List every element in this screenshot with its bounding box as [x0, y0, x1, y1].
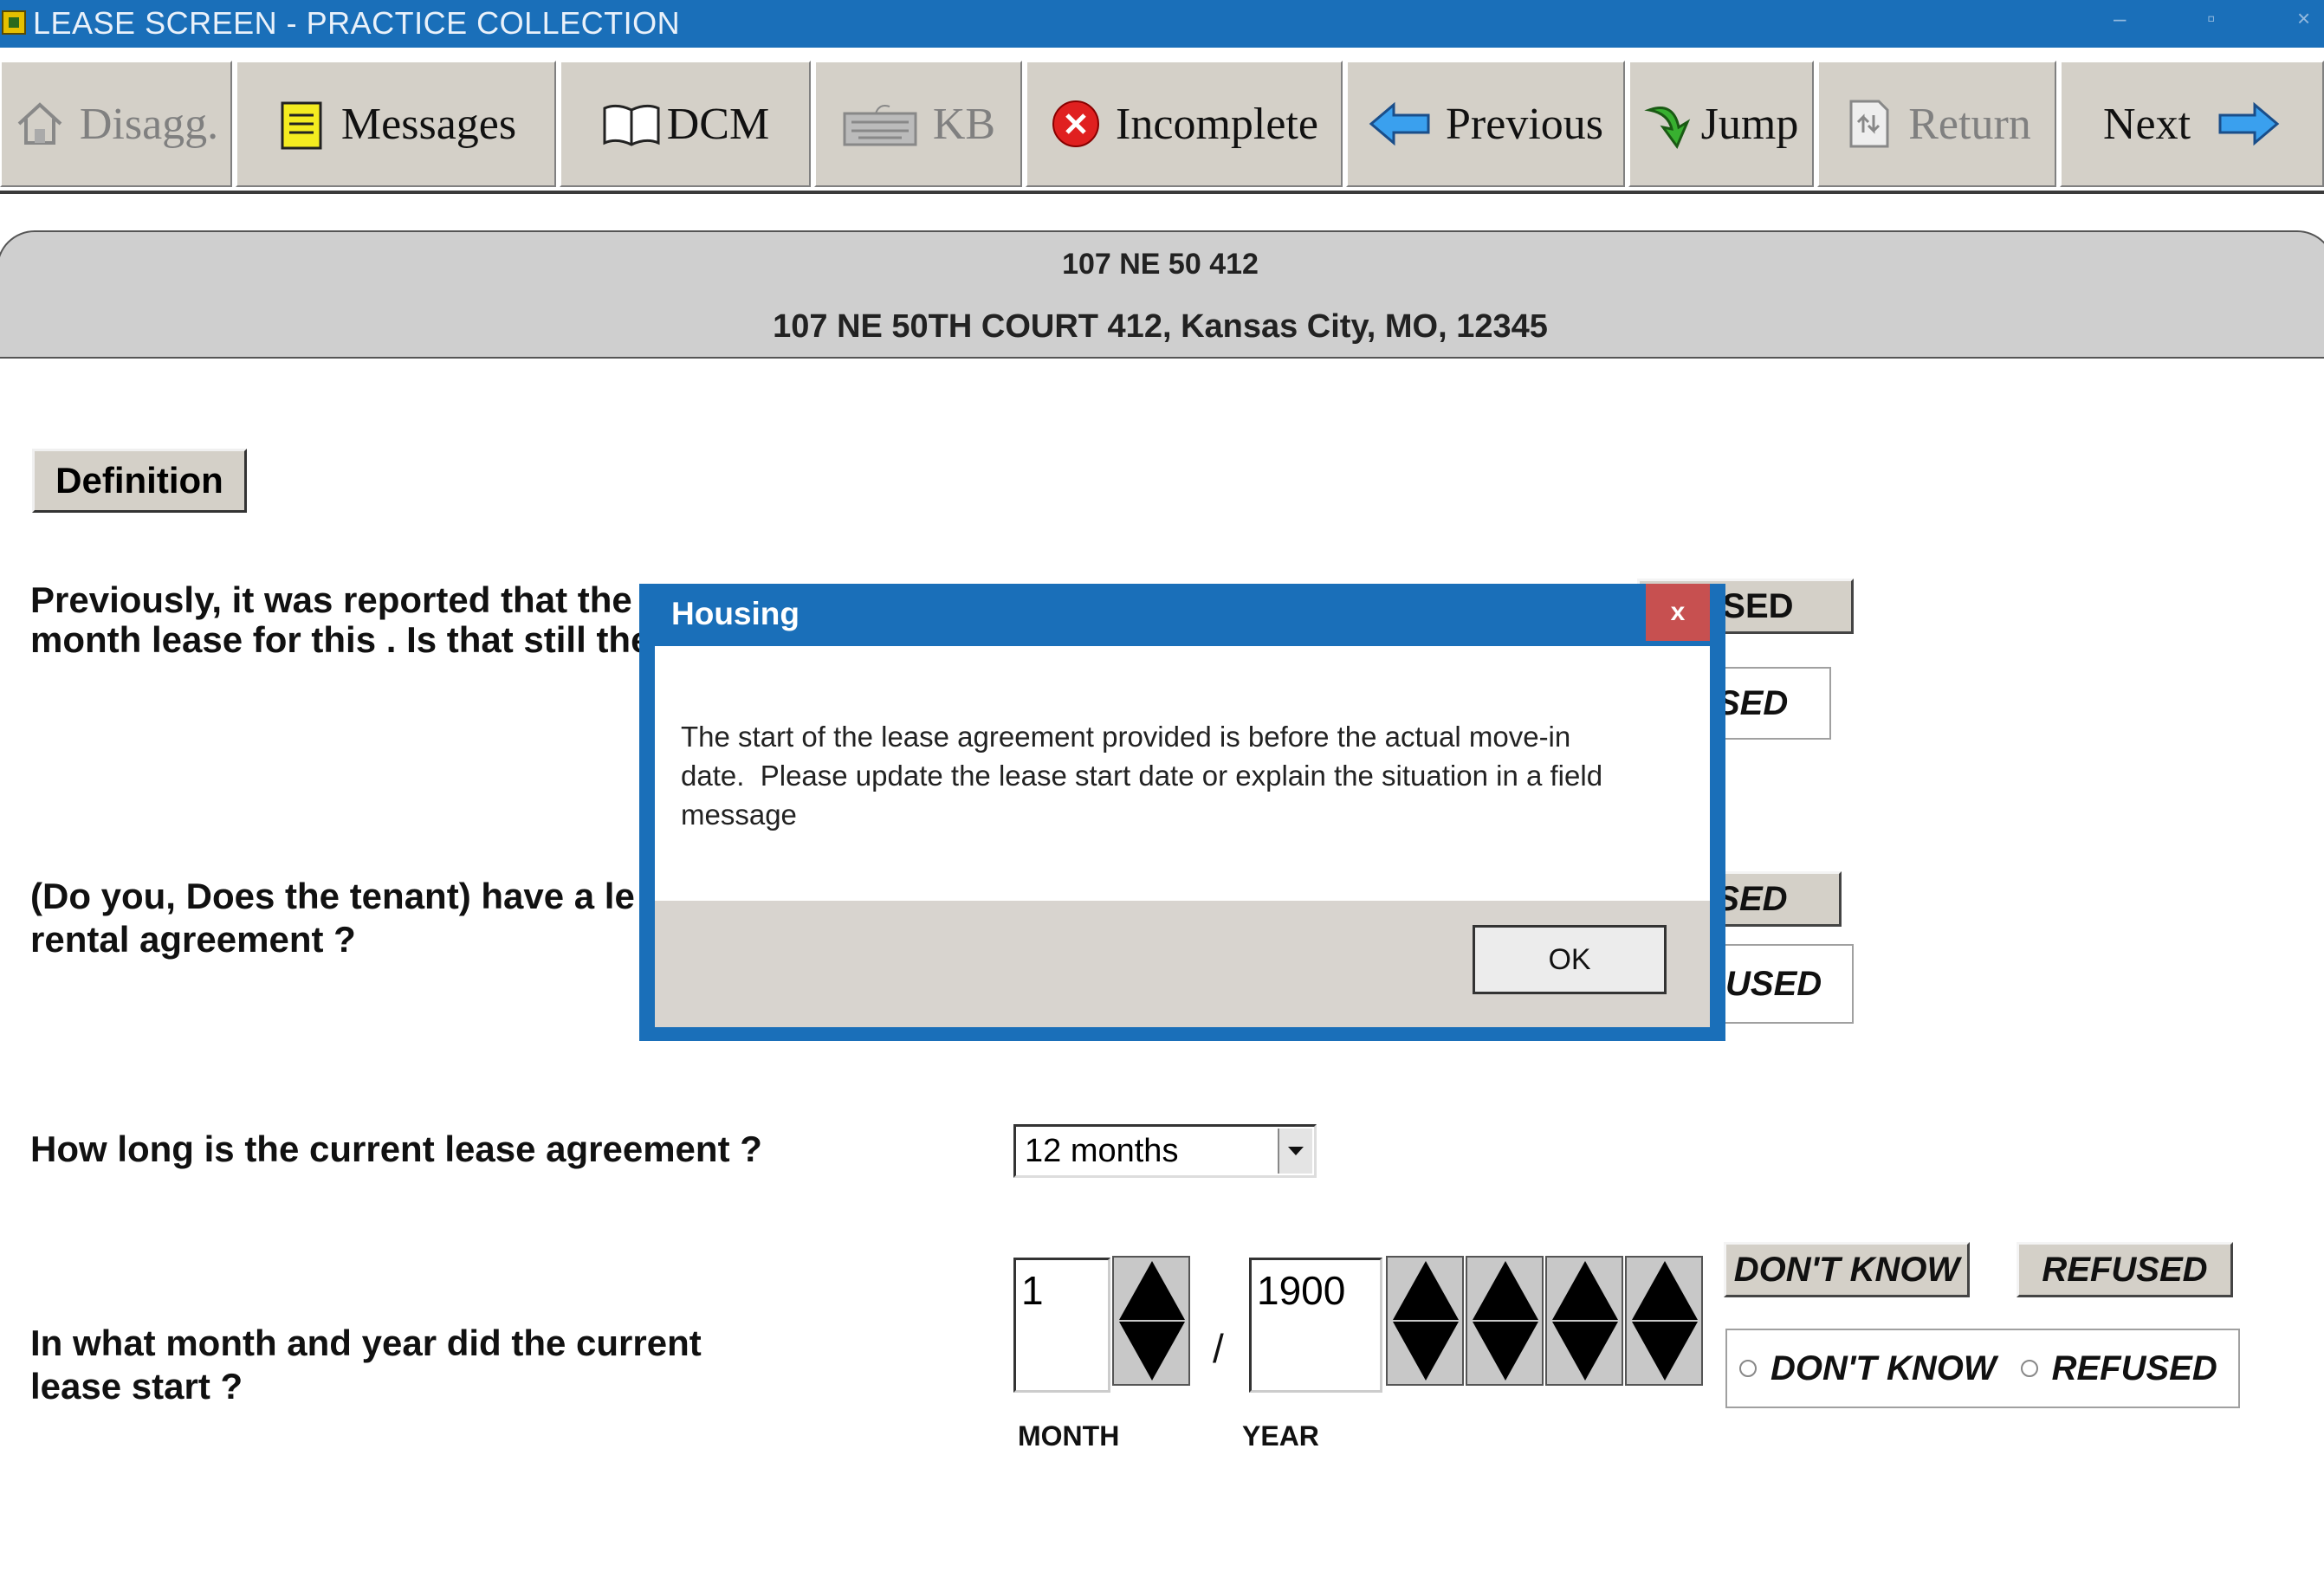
dialog-close-button[interactable]: x [1646, 584, 1710, 641]
dcm-button[interactable]: DCM [560, 61, 811, 187]
return-button[interactable]: Return [1817, 61, 2056, 187]
refused-button[interactable]: REFUSED [2017, 1242, 2233, 1297]
return-document-icon [1842, 98, 1894, 150]
arrow-left-icon [1368, 98, 1432, 150]
jump-button[interactable]: Jump [1628, 61, 1814, 187]
notepad-icon [275, 98, 327, 150]
dont-know-radio[interactable] [1739, 1360, 1757, 1377]
lease-length-value: 12 months [1025, 1132, 1179, 1169]
year-spinner-2[interactable] [1466, 1256, 1544, 1386]
disagg-button[interactable]: Disagg. [0, 61, 232, 187]
ok-button[interactable]: OK [1473, 925, 1667, 994]
spinner-up-icon[interactable] [1393, 1261, 1459, 1320]
lease-length-select[interactable]: 12 months [1013, 1124, 1317, 1178]
month-label: MONTH [1018, 1420, 1120, 1452]
dont-know-refused-options: DON'T KNOW REFUSED [1725, 1329, 2240, 1408]
address-header: 107 NE 50 412 107 NE 50TH COURT 412, Kan… [0, 230, 2324, 359]
dialog-title: Housing [671, 596, 799, 631]
spinner-down-icon[interactable] [1473, 1322, 1538, 1381]
arrow-right-icon [2217, 98, 2281, 150]
toolbar: Disagg. Messages DCM KB Incomplete Previ… [0, 57, 2324, 191]
messages-button[interactable]: Messages [236, 61, 556, 187]
year-spinner-4[interactable] [1625, 1256, 1703, 1386]
question-3: How long is the current lease agreement … [30, 1129, 762, 1169]
keyboard-icon [841, 98, 919, 150]
minimize-button[interactable]: – [2114, 5, 2126, 32]
app-icon [2, 10, 26, 35]
spinner-down-icon[interactable] [1119, 1322, 1185, 1381]
dont-know-option-label: DON'T KNOW [1771, 1348, 1997, 1387]
dialog-body: The start of the lease agreement provide… [655, 646, 1710, 901]
next-button[interactable]: Next [2060, 61, 2324, 187]
address-full: 107 NE 50TH COURT 412, Kansas City, MO, … [773, 308, 1548, 345]
address-code: 107 NE 50 412 [1062, 248, 1259, 281]
window-title: LEASE SCREEN - PRACTICE COLLECTION [33, 5, 681, 41]
month-spinner[interactable] [1112, 1256, 1190, 1386]
question-2: (Do you, Does the tenant) have a le rent… [30, 876, 635, 960]
maximize-button[interactable]: ▫ [2207, 5, 2215, 32]
spinner-down-icon[interactable] [1393, 1322, 1459, 1381]
spinner-down-icon[interactable] [1552, 1322, 1618, 1381]
year-input[interactable]: 1900 [1249, 1258, 1382, 1393]
date-separator: / [1213, 1326, 1224, 1371]
incomplete-button[interactable]: Incomplete [1026, 61, 1343, 187]
home-icon [14, 98, 66, 150]
spinner-up-icon[interactable] [1119, 1261, 1185, 1320]
year-spinner-3[interactable] [1545, 1256, 1623, 1386]
spinner-up-icon[interactable] [1632, 1261, 1698, 1320]
refused-option-label: REFUSED [2051, 1348, 2217, 1387]
book-icon [601, 98, 660, 150]
previous-button[interactable]: Previous [1346, 61, 1625, 187]
month-input[interactable]: 1 [1013, 1258, 1110, 1393]
question-1: Previously, it was reported that the mon… [30, 579, 651, 660]
dialog-message: The start of the lease agreement provide… [681, 721, 1603, 831]
dropdown-arrow-icon[interactable] [1278, 1129, 1312, 1174]
title-bar: LEASE SCREEN - PRACTICE COLLECTION – ▫ × [0, 0, 2324, 48]
dont-know-button[interactable]: DON'T KNOW [1724, 1242, 1970, 1297]
kb-button[interactable]: KB [814, 61, 1022, 187]
refused-radio[interactable] [2020, 1360, 2038, 1377]
spinner-up-icon[interactable] [1552, 1261, 1618, 1320]
year-spinner-1[interactable] [1386, 1256, 1464, 1386]
definition-button[interactable]: Definition [32, 449, 247, 513]
close-window-button[interactable]: × [2297, 5, 2310, 32]
housing-dialog: Housing x The start of the lease agreeme… [639, 584, 1725, 1041]
spinner-up-icon[interactable] [1473, 1261, 1538, 1320]
spinner-down-icon[interactable] [1632, 1322, 1698, 1381]
jump-arrow-icon [1643, 98, 1696, 150]
question-4: In what month and year did the current l… [30, 1323, 702, 1407]
year-label: YEAR [1242, 1420, 1319, 1452]
toolbar-divider [0, 191, 2324, 194]
error-icon [1050, 98, 1102, 150]
